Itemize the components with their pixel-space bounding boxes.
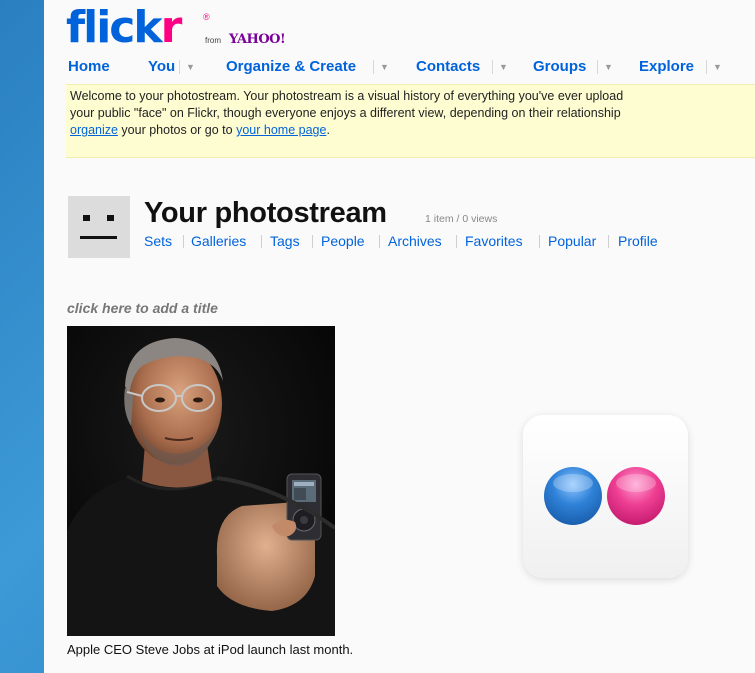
subnav-galleries[interactable]: Galleries: [191, 232, 246, 250]
nav-home[interactable]: Home: [68, 56, 110, 78]
photostream-stats: 1 item / 0 views: [425, 213, 498, 225]
chevron-down-icon[interactable]: ▼: [186, 61, 195, 73]
page-title: Your photostream: [144, 197, 387, 229]
add-title-prompt[interactable]: click here to add a title: [67, 300, 218, 316]
nav-separator: [179, 60, 180, 74]
flickr-logo[interactable]: flickr ® from YAHOO!: [66, 2, 286, 53]
photo-caption: Apple CEO Steve Jobs at iPod launch last…: [67, 642, 354, 657]
chevron-down-icon[interactable]: ▼: [713, 61, 722, 73]
welcome-line-2: your public "face" on Flickr, though eve…: [70, 106, 621, 120]
buddy-eye: [107, 215, 114, 221]
chevron-down-icon[interactable]: ▼: [380, 61, 389, 73]
welcome-notice: Welcome to your photostream. Your photos…: [66, 84, 755, 158]
subnav-sets[interactable]: Sets: [144, 232, 172, 250]
nav-groups[interactable]: Groups: [533, 56, 586, 78]
chevron-down-icon[interactable]: ▼: [604, 61, 613, 73]
subnav-people[interactable]: People: [321, 232, 365, 250]
subnav-popular[interactable]: Popular: [548, 232, 596, 250]
subnav-profile[interactable]: Profile: [618, 232, 658, 250]
photo-thumbnail[interactable]: [67, 326, 335, 636]
subnav-separator: [608, 235, 609, 248]
nav-separator: [597, 60, 598, 74]
registered-mark: ®: [203, 12, 210, 22]
flickr-dots-icon: [544, 467, 665, 525]
flickr-dots-logo: [523, 415, 688, 578]
subnav-favorites[interactable]: Favorites: [465, 232, 523, 250]
nav-separator: [706, 60, 707, 74]
photo-image: [67, 326, 335, 636]
flickr-wordmark: flickr: [66, 2, 182, 53]
home-page-link[interactable]: your home page: [236, 123, 326, 137]
flickr-page: flickr ® from YAHOO! Home You ▼ Organize…: [44, 0, 755, 673]
subnav-separator: [539, 235, 540, 248]
subnav-separator: [379, 235, 380, 248]
nav-organize-create[interactable]: Organize & Create: [226, 56, 356, 78]
welcome-line-3: organize your photos or go to your home …: [70, 123, 330, 137]
from-label: from: [205, 36, 221, 45]
chevron-down-icon[interactable]: ▼: [499, 61, 508, 73]
subnav-archives[interactable]: Archives: [388, 232, 442, 250]
buddy-eye: [83, 215, 90, 221]
subnav-separator: [261, 235, 262, 248]
buddy-icon[interactable]: [68, 196, 130, 258]
organize-link[interactable]: organize: [70, 123, 118, 137]
nav-separator: [492, 60, 493, 74]
subnav-separator: [312, 235, 313, 248]
nav-you[interactable]: You: [148, 56, 175, 78]
buddy-mouth: [80, 236, 117, 239]
nav-explore[interactable]: Explore: [639, 56, 694, 78]
subnav-tags[interactable]: Tags: [270, 232, 300, 250]
subnav-separator: [183, 235, 184, 248]
nav-contacts[interactable]: Contacts: [416, 56, 480, 78]
yahoo-logo: YAHOO!: [229, 32, 286, 47]
welcome-line-1: Welcome to your photostream. Your photos…: [70, 89, 624, 103]
subnav-separator: [456, 235, 457, 248]
nav-separator: [373, 60, 374, 74]
